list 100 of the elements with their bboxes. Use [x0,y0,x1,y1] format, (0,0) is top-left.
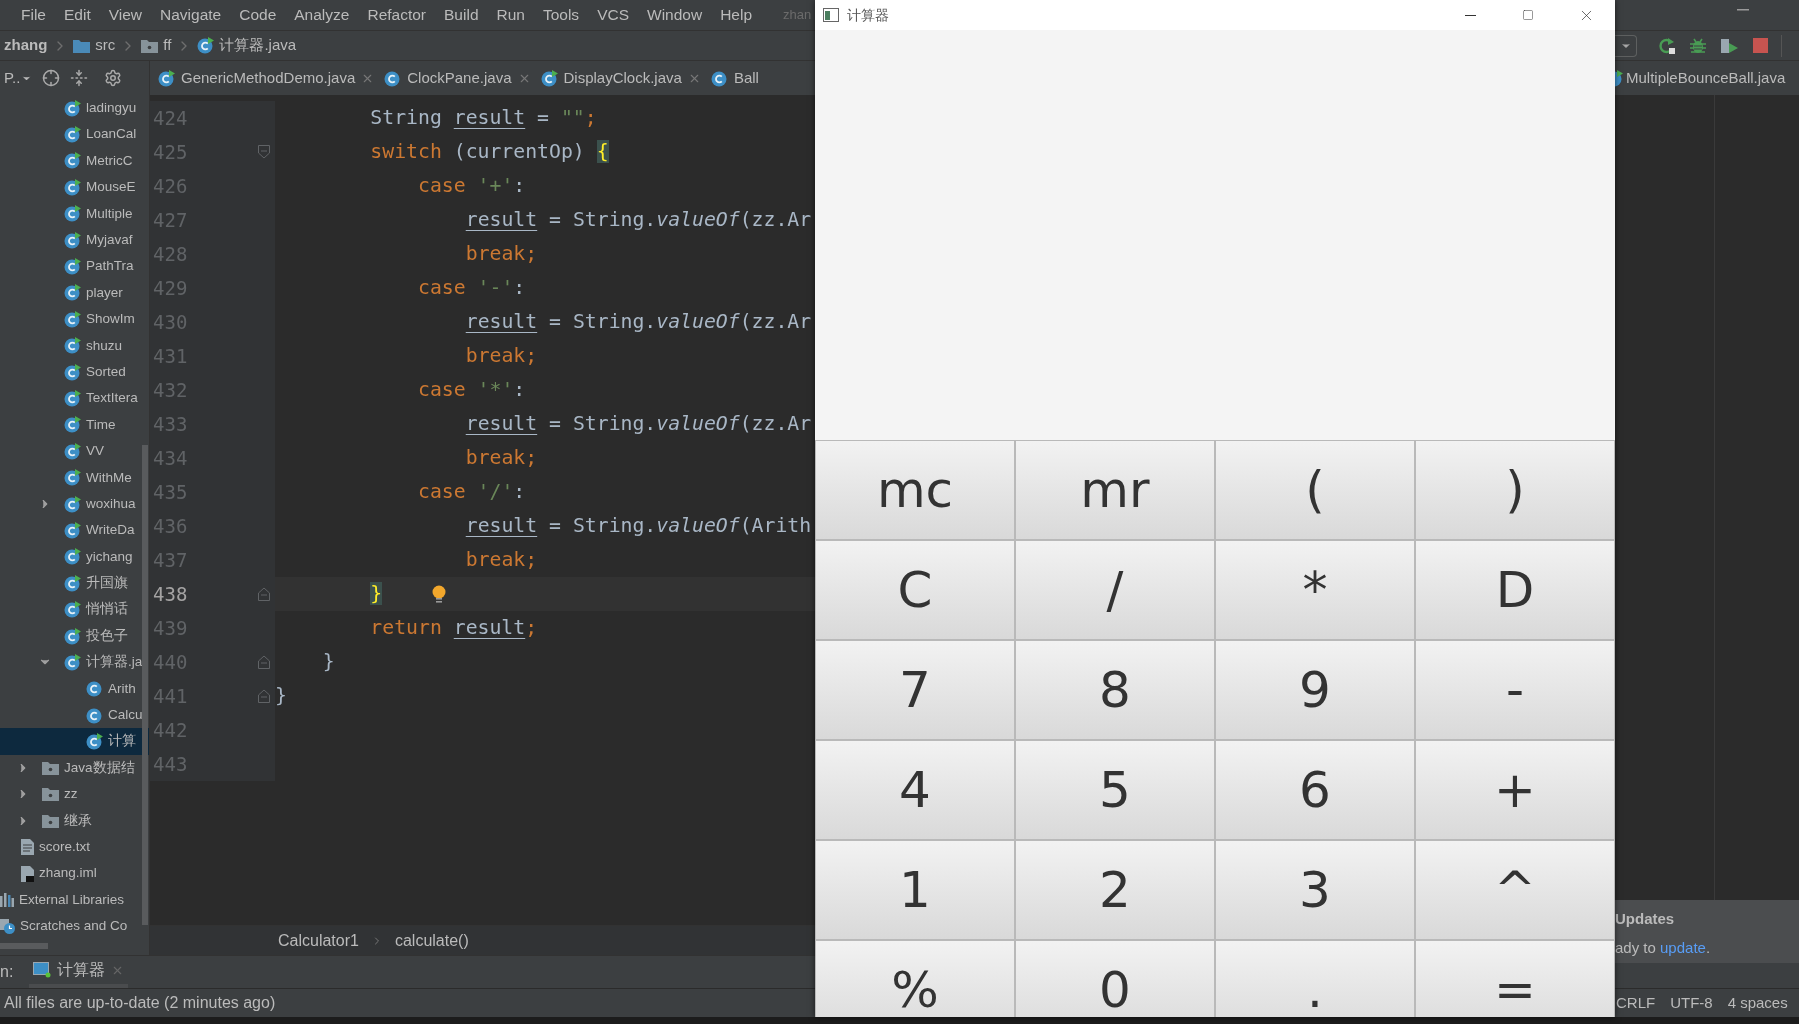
calculator-key[interactable]: 8 [1015,640,1215,740]
status-item[interactable]: UTF-8 [1670,991,1713,1015]
calculator-key[interactable]: . [1215,940,1415,1017]
calculator-key[interactable]: 6 [1215,740,1415,840]
bug-icon[interactable] [1689,36,1707,55]
tree-item[interactable]: 继承 [0,807,149,834]
calculator-key[interactable]: ( [1215,440,1415,540]
breadcrumb-item[interactable]: src [95,34,116,57]
tree-item[interactable]: WriteDa [0,517,149,544]
tree-item[interactable]: shuzu [0,332,149,359]
calculator-key[interactable]: - [1415,640,1615,740]
menu-item[interactable]: Code [230,3,286,27]
tree-item[interactable]: Arith [0,675,149,702]
breadcrumb-item[interactable]: Calculator1 [278,928,359,953]
lightbulb-icon[interactable] [432,584,447,604]
tree-item[interactable]: 悄悄话 [0,596,149,623]
status-item[interactable]: 4 spaces [1727,991,1788,1015]
breadcrumb-item[interactable]: 计算器.java [219,34,297,57]
tree-item[interactable]: LoanCal [0,121,149,148]
calculator-key[interactable]: mr [1015,440,1215,540]
tree-item[interactable]: Java数据结 [0,754,149,782]
tree-item[interactable]: player [0,279,149,307]
menu-item[interactable]: Navigate [151,3,231,27]
tree-item[interactable]: External Libraries [0,886,149,914]
tree-item[interactable]: Myjavaf [0,226,149,254]
menu-item[interactable]: Help [711,3,762,27]
calculator-key[interactable]: 1 [815,840,1015,940]
calculator-key[interactable]: ^ [1415,840,1615,940]
settings-icon[interactable] [104,69,123,87]
breadcrumb-item[interactable]: zhang [4,34,48,57]
runnable-class-icon [64,231,81,249]
scrollbar[interactable] [0,943,48,949]
tree-item[interactable]: zz [0,781,149,808]
update-link[interactable]: update [1660,938,1706,956]
editor-tab[interactable]: Ball [710,61,759,95]
tree-item[interactable]: VV [0,438,149,465]
menu-item[interactable]: Build [435,3,488,27]
calculator-key[interactable]: / [1015,540,1215,640]
tree-item[interactable]: score.txt [0,833,149,861]
tree-item[interactable]: TextItera [0,385,149,412]
tree-item[interactable]: Sorted [0,358,149,386]
calculator-key[interactable]: = [1415,940,1615,1017]
rerun-icon[interactable] [1658,36,1676,55]
tree-item[interactable]: 计算器.ja [0,649,149,676]
menu-item[interactable]: VCS [588,3,638,27]
calculator-key[interactable]: 5 [1015,740,1215,840]
minimize-icon[interactable] [1737,9,1749,11]
tree-item[interactable]: PathTra [0,253,149,280]
scrollbar[interactable] [142,445,148,925]
fold-marker-icon[interactable] [258,689,270,703]
editor-tab[interactable]: ClockPane.java [384,61,531,95]
calculator-key[interactable]: D [1415,540,1615,640]
tree-item[interactable]: Calcu [0,702,149,729]
tree-item[interactable]: Multiple [0,200,149,227]
tree-item[interactable]: 升国旗 [0,570,149,597]
calculator-key[interactable]: * [1215,540,1415,640]
breadcrumb-item[interactable]: ff [163,34,172,57]
tree-item[interactable]: 投色子 [0,622,149,650]
tree-item[interactable]: ladingyu [0,95,149,122]
menu-item[interactable]: File [12,3,55,27]
fold-marker-icon[interactable] [258,145,270,159]
calculator-key[interactable]: 2 [1015,840,1215,940]
calculator-key[interactable]: 9 [1215,640,1415,740]
menu-item[interactable]: Tools [533,3,589,27]
calculator-key[interactable]: 3 [1215,840,1415,940]
tree-item[interactable]: MetricC [0,147,149,175]
tree-item[interactable]: MouseE [0,174,149,201]
tree-item[interactable]: yichang [0,543,149,571]
calculator-key[interactable]: mc [815,440,1015,540]
calculator-key[interactable]: 7 [815,640,1015,740]
calculator-key[interactable]: % [815,940,1015,1017]
breadcrumb-item[interactable]: calculate() [394,928,469,953]
menu-item[interactable]: Window [638,3,712,27]
fold-marker-icon[interactable] [258,655,270,669]
project-view-selector[interactable]: P.. [4,66,21,90]
tree-item[interactable]: WithMe [0,464,149,491]
calculator-key[interactable]: C [815,540,1015,640]
menu-item[interactable]: Run [487,3,534,27]
locate-icon[interactable] [42,69,61,87]
runnable-class-icon [64,310,81,328]
tree-item[interactable]: Scratches and Co [0,913,149,940]
coverage-icon[interactable] [1720,36,1740,55]
status-item[interactable]: CRLF [1616,991,1656,1015]
collapse-all-icon[interactable] [70,69,89,87]
menu-item[interactable]: Refactor [358,3,436,27]
tree-item[interactable]: zhang.iml [0,860,149,887]
fold-marker-icon[interactable] [258,587,270,601]
calculator-key[interactable]: ) [1415,440,1615,540]
calculator-key[interactable]: 0 [1015,940,1215,1017]
tree-item[interactable]: woxihua [0,490,149,518]
tree-item[interactable]: ShowIm [0,306,149,333]
editor-tab[interactable]: DisplayClock.java [540,61,701,95]
menu-item[interactable]: Edit [55,3,100,27]
tree-item[interactable]: 计算 [0,728,149,755]
tree-item[interactable]: Time [0,411,149,439]
menu-item[interactable]: Analyze [285,3,359,27]
calculator-key[interactable]: + [1415,740,1615,840]
editor-tab[interactable]: GenericMethodDemo.java [158,61,375,95]
calculator-key[interactable]: 4 [815,740,1015,840]
menu-item[interactable]: View [99,3,152,27]
